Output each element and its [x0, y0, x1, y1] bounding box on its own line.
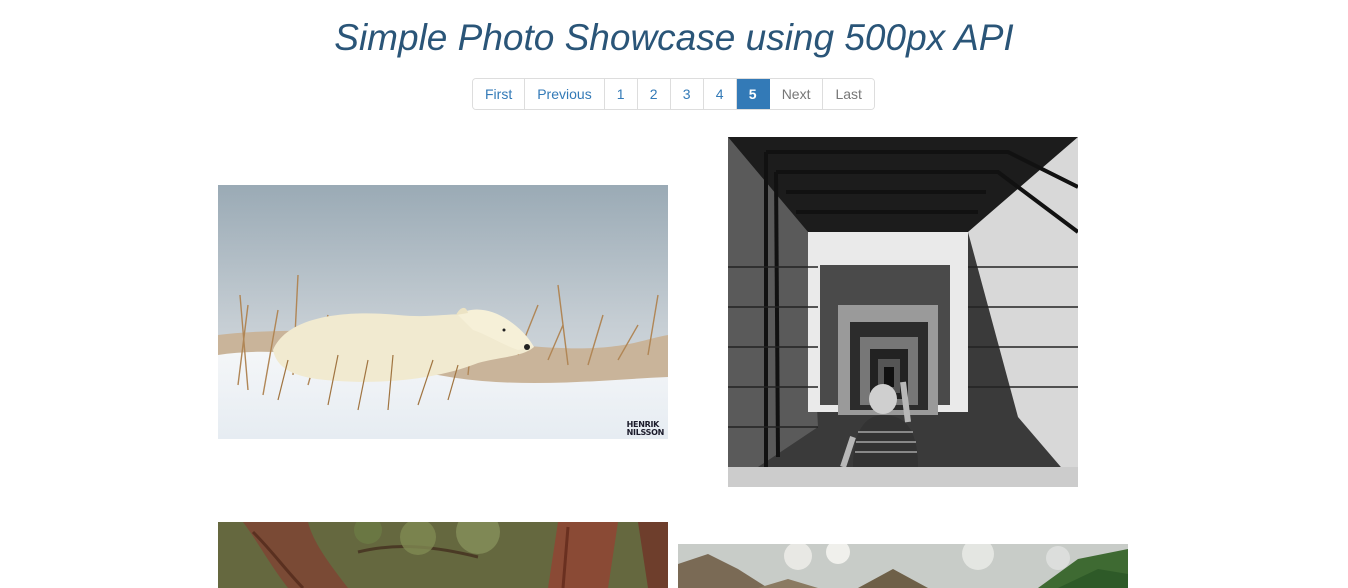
pagination-first-link[interactable]: First — [473, 79, 526, 109]
pagination-page-3-link[interactable]: 3 — [670, 79, 704, 109]
pagination: First Previous 1 2 3 4 5 Next Last — [472, 78, 875, 110]
page-title: Simple Photo Showcase using 500px API — [334, 17, 1014, 58]
pagination-page-1-link[interactable]: 1 — [604, 79, 638, 109]
pagination-last-link[interactable]: Last — [823, 79, 874, 109]
photo-staircase[interactable] — [728, 137, 1078, 487]
photographer-watermark: HENRIK NILSSON — [626, 420, 665, 437]
photo-forest[interactable] — [218, 522, 668, 588]
staircase-image — [728, 137, 1078, 487]
photo-showcase-page: Simple Photo Showcase using 500px API Fi… — [0, 0, 1348, 588]
pagination-page-5-current[interactable]: 5 — [736, 79, 770, 109]
photo-polar-bear[interactable]: HENRIK NILSSON — [218, 185, 668, 439]
pagination-page-2-link[interactable]: 2 — [637, 79, 671, 109]
polar-bear-image — [218, 185, 668, 439]
photo-mountains[interactable] — [678, 544, 1128, 588]
pagination-next-link[interactable]: Next — [769, 79, 824, 109]
forest-image — [218, 522, 668, 588]
pagination-previous-link[interactable]: Previous — [525, 79, 605, 109]
pagination-page-4-link[interactable]: 4 — [703, 79, 737, 109]
mountains-image — [678, 544, 1128, 588]
